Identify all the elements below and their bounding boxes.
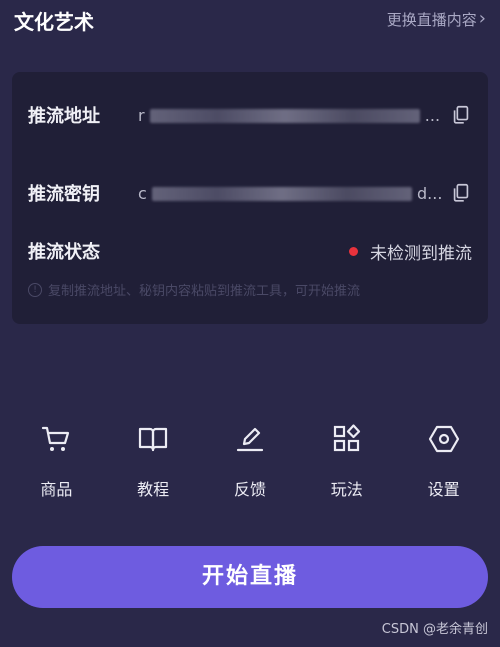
tool-goods[interactable]: 商品	[16, 422, 96, 512]
stream-status-label: 推流状态	[28, 242, 100, 263]
stream-key-value: c d...	[138, 184, 442, 203]
tool-bar: 商品 教程 反馈 玩法 设置	[0, 422, 500, 512]
tool-settings[interactable]: 设置	[404, 422, 484, 512]
info-icon: !	[28, 282, 42, 297]
watermark: CSDN @老余青创	[381, 622, 488, 637]
tool-tutorial-label: 教程	[137, 480, 170, 499]
stream-key-row: 推流密钥 c d...	[28, 180, 472, 206]
change-content-label: 更换直播内容	[386, 10, 477, 29]
stream-key-label: 推流密钥	[28, 184, 100, 205]
tool-goods-label: 商品	[40, 480, 73, 499]
stream-hint-text: 复制推流地址、秘钥内容粘贴到推流工具，可开始推流	[48, 284, 361, 299]
cart-icon	[42, 426, 70, 451]
stream-address-label: 推流地址	[28, 106, 100, 127]
apps-icon	[333, 424, 360, 452]
tool-gameplay-label: 玩法	[330, 480, 363, 499]
stream-key-prefix: c	[138, 183, 147, 203]
change-content-link[interactable]: 更换直播内容 ›	[387, 9, 486, 30]
chevron-right-icon: ›	[478, 8, 486, 29]
edit-icon	[236, 427, 264, 452]
header: 文化艺术 更换直播内容 ›	[0, 0, 500, 48]
tool-feedback[interactable]: 反馈	[210, 422, 290, 512]
tool-settings-label: 设置	[427, 480, 460, 499]
stream-address-suffix: ...	[424, 105, 441, 125]
tool-gameplay[interactable]: 玩法	[307, 422, 387, 512]
stream-status: 未检测到推流	[138, 239, 472, 264]
stream-status-value: 未检测到推流	[370, 243, 472, 264]
redacted-blur	[149, 109, 420, 123]
stream-hint: ! 复制推流地址、秘钥内容粘贴到推流工具，可开始推流	[28, 280, 360, 299]
copy-icon[interactable]	[450, 104, 472, 126]
tool-tutorial[interactable]: 教程	[113, 422, 193, 512]
tool-feedback-label: 反馈	[233, 480, 266, 499]
stream-address-value: r ...	[138, 106, 442, 125]
stream-status-row: 推流状态 未检测到推流	[28, 238, 472, 264]
settings-icon	[428, 425, 459, 453]
book-icon	[139, 427, 168, 452]
stream-address-row: 推流地址 r ...	[28, 102, 472, 128]
copy-icon[interactable]	[450, 182, 472, 204]
stream-info-card: 推流地址 r ... 推流密钥 c d... 推流状态 未检测到推流 ! 复制推…	[12, 72, 488, 324]
status-dot-icon	[349, 246, 358, 256]
start-live-button[interactable]: 开始直播	[12, 546, 488, 608]
stream-address-prefix: r	[138, 105, 145, 125]
stream-key-suffix: d...	[416, 183, 442, 203]
redacted-blur	[151, 187, 412, 201]
category-title: 文化艺术	[14, 9, 94, 34]
